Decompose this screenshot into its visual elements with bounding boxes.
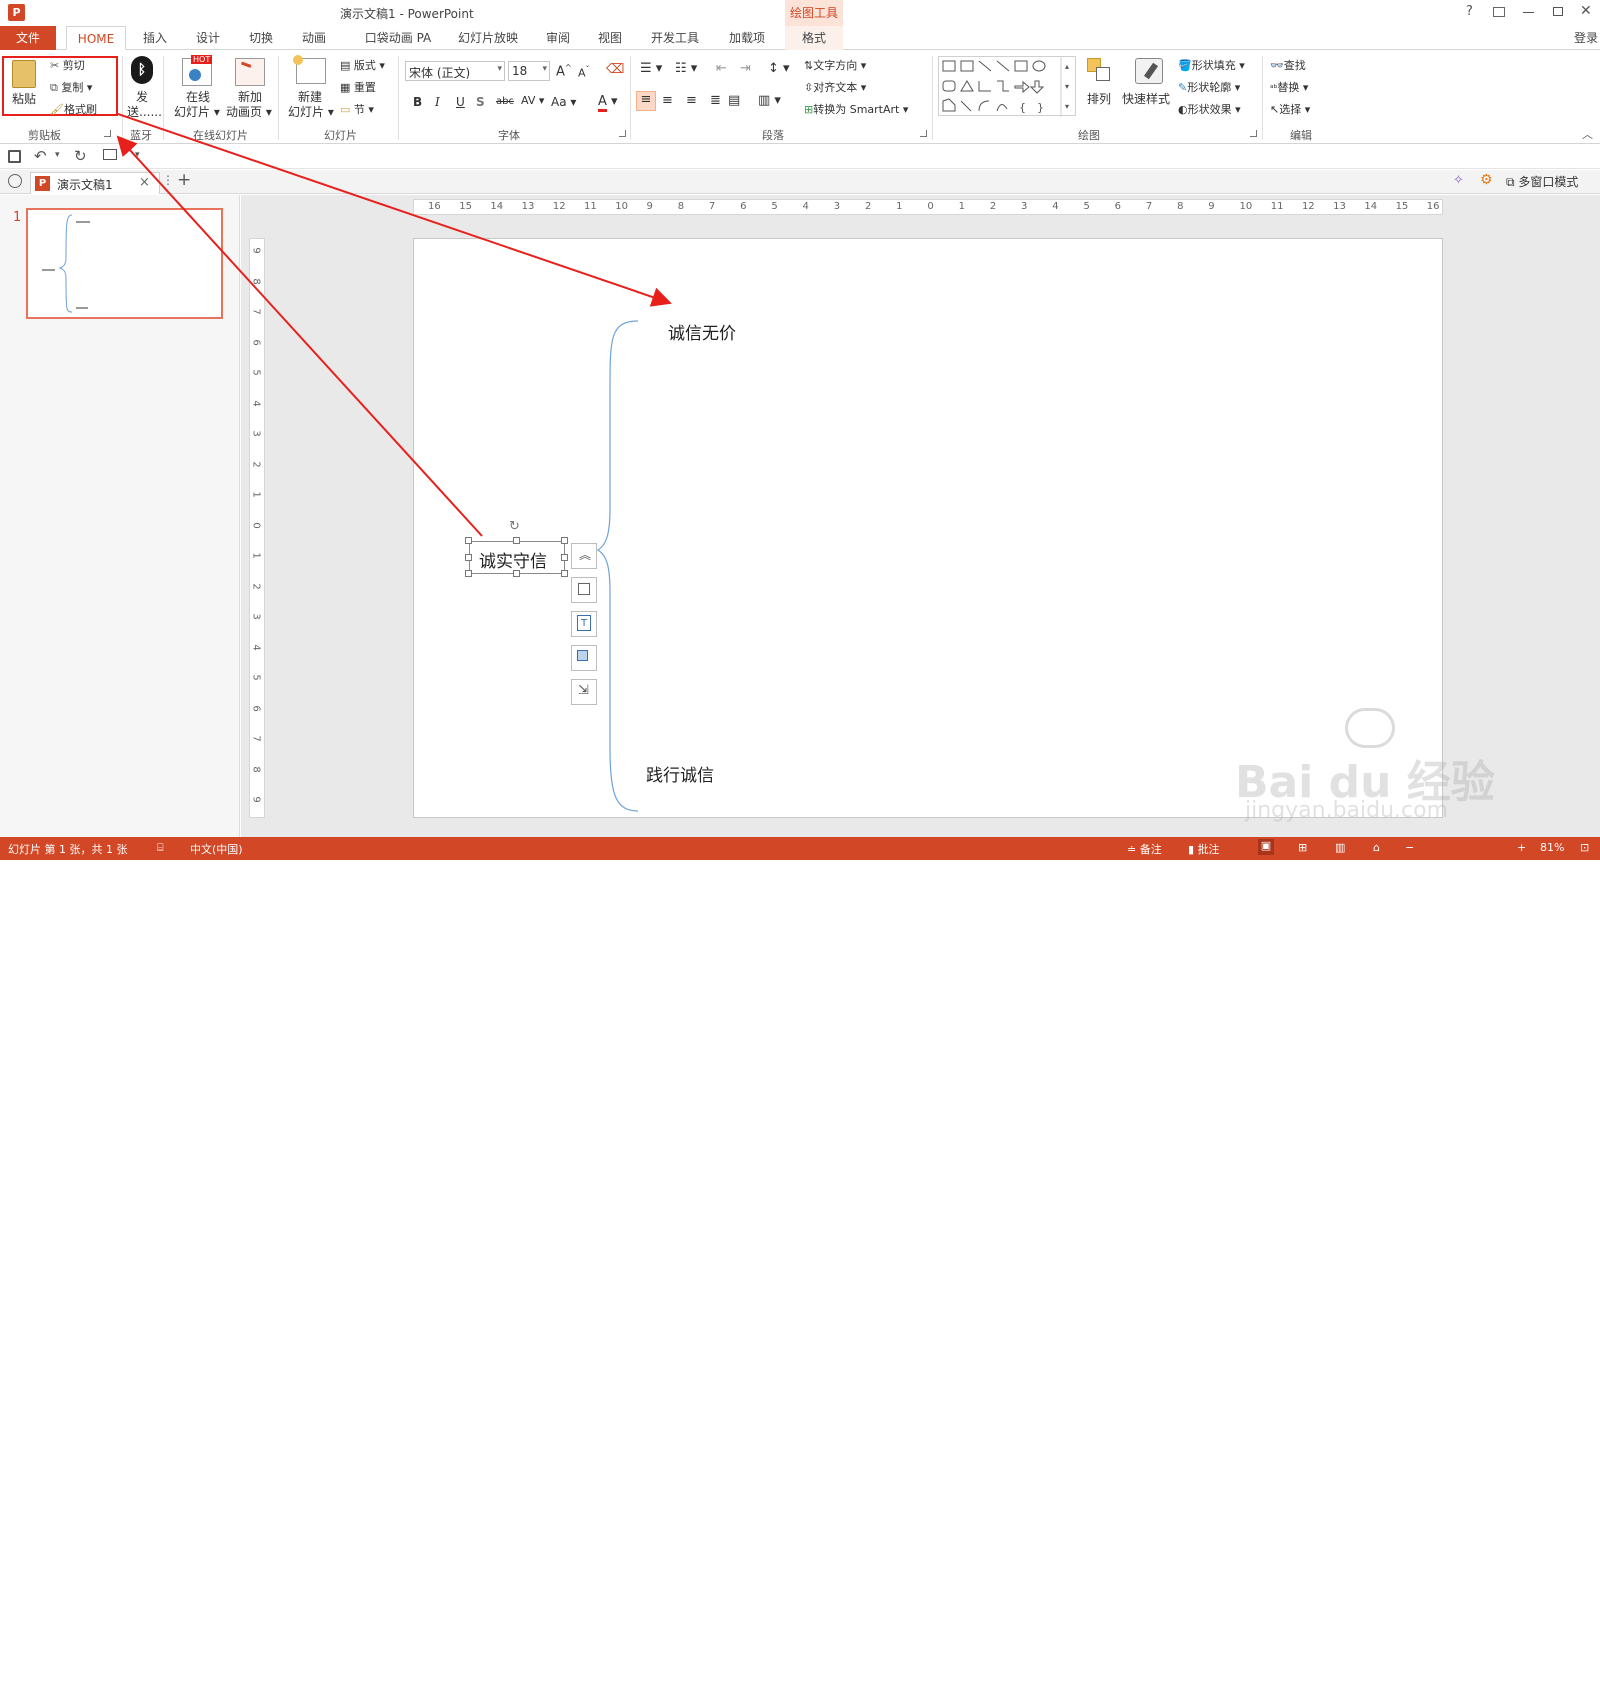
slide-count-status: 幻灯片 第 1 张，共 1 张 (8, 843, 128, 856)
annotation-arrow (117, 113, 672, 307)
comment-icon: ▮ (1188, 843, 1195, 856)
watermark-url: jingyan.baidu.com (1245, 798, 1449, 823)
notes-button[interactable]: ≐ 备注 (1127, 841, 1162, 857)
baidu-paw-icon (1345, 708, 1395, 748)
baidu-watermark: Bai du 经验 jingyan.baidu.com (1235, 708, 1515, 828)
zoom-level[interactable]: 81% (1540, 841, 1564, 854)
annotation-arrow (116, 135, 483, 537)
notes-icon: ≐ (1127, 843, 1137, 856)
zoom-in-button[interactable]: + (1517, 841, 1526, 854)
zoom-out-button[interactable]: − (1405, 841, 1414, 854)
status-bar: 幻灯片 第 1 张，共 1 张 ⌸ 中文(中国) ≐ 备注 ▮ 批注 ▣ ⊞ ▥… (0, 837, 1600, 1690)
zoom-slider-track[interactable] (1416, 1685, 1512, 1686)
spelling-icon[interactable]: ⌸ (157, 841, 164, 855)
slideshow-button[interactable]: ⌂ (1373, 841, 1380, 854)
reading-view-button[interactable]: ▥ (1335, 841, 1345, 854)
comments-button[interactable]: ▮ 批注 (1188, 841, 1220, 857)
fit-to-window-icon[interactable]: ⊡ (1580, 841, 1589, 854)
normal-view-button[interactable]: ▣ (1258, 839, 1274, 855)
zoom-slider-thumb[interactable] (1452, 1680, 1455, 1690)
slide-sorter-button[interactable]: ⊞ (1298, 841, 1307, 854)
language-status[interactable]: 中文(中国) (190, 841, 243, 857)
